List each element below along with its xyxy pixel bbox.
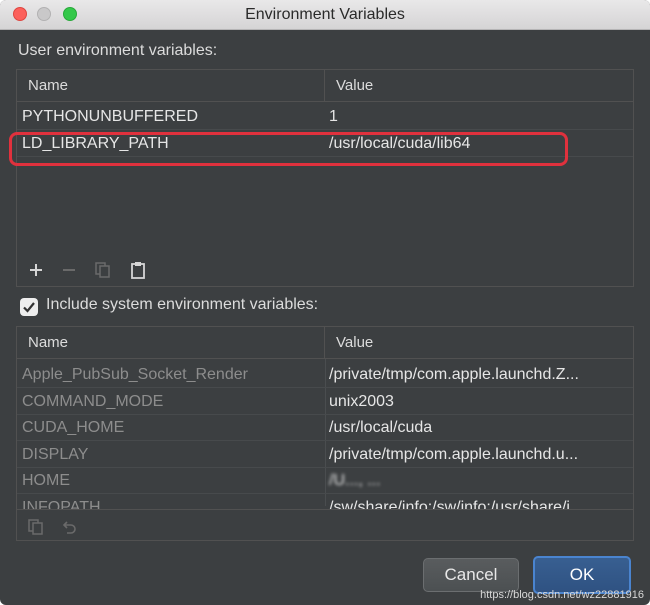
copy-variable-button[interactable] (90, 253, 116, 287)
system-env-row[interactable]: INFOPATH /sw/share/info:/sw/info:/usr/sh… (17, 495, 633, 509)
env-value[interactable]: /private/tmp/com.apple.launchd.Z... (329, 362, 629, 388)
paste-icon (131, 262, 145, 279)
system-env-row[interactable]: HOME /U..., ... (17, 468, 633, 494)
watermark: https://blog.csdn.net/wz22881916 (480, 589, 644, 601)
system-env-rows: Apple_PubSub_Socket_Render /private/tmp/… (17, 361, 633, 509)
column-header-name[interactable]: Name (17, 327, 325, 359)
copy-icon (28, 519, 43, 535)
env-name[interactable]: Apple_PubSub_Socket_Render (22, 362, 322, 388)
system-env-toolbar (17, 509, 633, 543)
highlight-annotation (9, 132, 568, 166)
revert-icon (62, 521, 76, 534)
system-env-row[interactable]: CUDA_HOME /usr/local/cuda (17, 415, 633, 441)
system-env-header: Name Value (17, 327, 633, 359)
env-name[interactable]: INFOPATH (22, 495, 322, 509)
env-name[interactable]: COMMAND_MODE (22, 389, 322, 415)
env-value[interactable]: /U..., ... (329, 468, 629, 494)
env-name[interactable]: HOME (22, 468, 322, 494)
minus-icon (63, 269, 75, 271)
env-value[interactable]: unix2003 (329, 389, 629, 415)
env-value[interactable]: /usr/local/cuda (329, 415, 629, 441)
copy-icon (95, 262, 110, 278)
env-value[interactable]: 1 (329, 104, 629, 130)
include-system-label: Include system environment variables: (46, 296, 319, 313)
add-variable-button[interactable] (23, 253, 49, 287)
revert-button[interactable] (57, 510, 83, 544)
include-system-checkbox[interactable] (20, 298, 38, 316)
user-env-row[interactable]: PYTHONUNBUFFERED 1 (17, 104, 633, 130)
user-env-table: Name Value PYTHONUNBUFFERED 1 LD_LIBRARY… (16, 69, 634, 287)
paste-variable-button[interactable] (125, 253, 151, 287)
system-env-row[interactable]: COMMAND_MODE unix2003 (17, 389, 633, 415)
window-title: Environment Variables (245, 6, 405, 23)
env-name[interactable]: DISPLAY (22, 442, 322, 468)
env-value[interactable]: /sw/share/info:/sw/info:/usr/share/i (329, 495, 629, 509)
column-header-value[interactable]: Value (325, 70, 635, 102)
plus-icon (30, 264, 42, 276)
env-value[interactable]: /private/tmp/com.apple.launchd.u... (329, 442, 629, 468)
system-env-row[interactable]: DISPLAY /private/tmp/com.apple.launchd.u… (17, 442, 633, 468)
column-header-name[interactable]: Name (17, 70, 325, 102)
user-env-label: User environment variables: (18, 42, 218, 59)
title-bar: Environment Variables (0, 0, 650, 30)
cancel-button[interactable]: Cancel (423, 558, 519, 592)
user-env-header: Name Value (17, 70, 633, 102)
column-header-value[interactable]: Value (325, 327, 635, 359)
user-env-toolbar (17, 253, 633, 287)
env-name[interactable]: CUDA_HOME (22, 415, 322, 441)
remove-variable-button[interactable] (56, 253, 82, 287)
checkmark-icon (23, 302, 35, 313)
env-name[interactable]: PYTHONUNBUFFERED (22, 104, 322, 130)
copy-system-variable-button[interactable] (23, 510, 49, 544)
system-env-table: Name Value Apple_PubSub_Socket_Render /p… (16, 326, 634, 541)
environment-variables-dialog: Environment Variables User environment v… (0, 0, 650, 605)
system-env-row[interactable]: Apple_PubSub_Socket_Render /private/tmp/… (17, 362, 633, 388)
